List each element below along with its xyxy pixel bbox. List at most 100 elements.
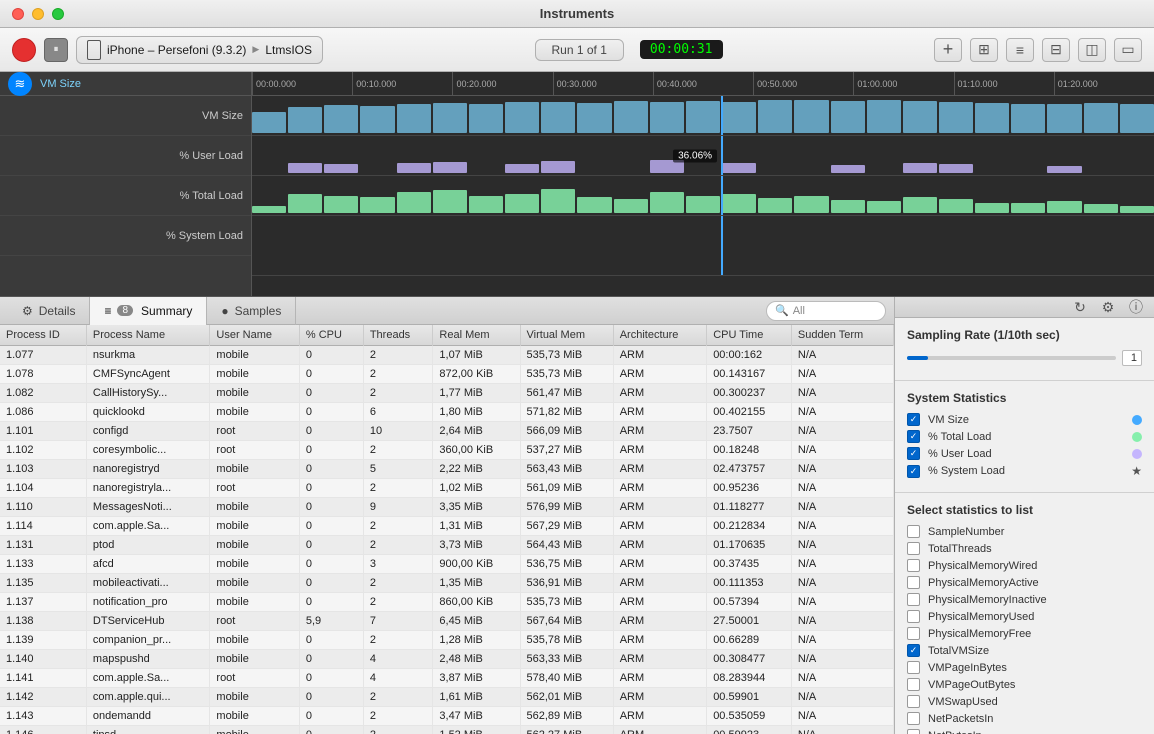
- device-selector[interactable]: iPhone – Persefoni (9.3.2) ▶ LtmsIOS: [76, 36, 323, 64]
- table-row[interactable]: 1.102coresymbolic...root02360,00 KiB537,…: [0, 441, 894, 460]
- close-button[interactable]: [12, 8, 24, 20]
- select-stat-label: PhysicalMemoryInactive: [928, 594, 1047, 606]
- settings-icon[interactable]: ⚙: [1098, 297, 1118, 317]
- tab-summary[interactable]: ≡ 8 Summary: [90, 297, 207, 325]
- table-cell: ARM: [613, 650, 706, 669]
- select-stat-row: ✓TotalVMSize: [907, 644, 1142, 657]
- stat-system-load-checkbox[interactable]: ✓: [907, 465, 920, 478]
- table-row[interactable]: 1.133afcdmobile03900,00 KiB536,75 MiBARM…: [0, 555, 894, 574]
- table-cell: 561,47 MiB: [520, 384, 613, 403]
- table-cell: 01.118277: [707, 498, 792, 517]
- table-cell: 00.535059: [707, 707, 792, 726]
- select-stat-checkbox[interactable]: ✓: [907, 644, 920, 657]
- table-row[interactable]: 1.138DTServiceHubroot5,976,45 MiB567,64 …: [0, 612, 894, 631]
- table-cell: N/A: [791, 365, 893, 384]
- table-row[interactable]: 1.101configdroot0102,64 MiB566,09 MiBARM…: [0, 422, 894, 441]
- table-row[interactable]: 1.078CMFSyncAgentmobile02872,00 KiB535,7…: [0, 365, 894, 384]
- table-row[interactable]: 1.135mobileactivati...mobile021,35 MiB53…: [0, 574, 894, 593]
- table-row[interactable]: 1.143ondemanddmobile023,47 MiB562,89 MiB…: [0, 707, 894, 726]
- table-row[interactable]: 1.110MessagesNoti...mobile093,35 MiB576,…: [0, 498, 894, 517]
- table-cell: mobile: [210, 403, 299, 422]
- add-button[interactable]: +: [934, 38, 962, 62]
- select-stat-checkbox[interactable]: [907, 559, 920, 572]
- stat-vm-size-checkbox[interactable]: ✓: [907, 413, 920, 426]
- table-row[interactable]: 1.077nsurkmamobile021,07 MiB535,73 MiBAR…: [0, 346, 894, 365]
- layout-btn-4[interactable]: ◫: [1078, 38, 1106, 62]
- table-row[interactable]: 1.140mapspushdmobile042,48 MiB563,33 MiB…: [0, 650, 894, 669]
- table-cell: root: [210, 441, 299, 460]
- select-stat-checkbox[interactable]: [907, 627, 920, 640]
- table-row[interactable]: 1.146tipsdmobile021,52 MiB562,27 MiBARM0…: [0, 726, 894, 734]
- col-name[interactable]: Process Name: [86, 325, 209, 346]
- search-input[interactable]: 🔍 All: [766, 301, 886, 321]
- select-stat-label: PhysicalMemoryActive: [928, 577, 1039, 589]
- layout-btn-3[interactable]: ⊟: [1042, 38, 1070, 62]
- table-row[interactable]: 1.104nanoregistryla...root021,02 MiB561,…: [0, 479, 894, 498]
- table-row[interactable]: 1.114com.apple.Sa...mobile021,31 MiB567,…: [0, 517, 894, 536]
- select-stat-checkbox[interactable]: [907, 678, 920, 691]
- table-cell: 00.111353: [707, 574, 792, 593]
- table-cell: 0: [299, 498, 363, 517]
- table-row[interactable]: 1.142com.apple.qui...mobile021,61 MiB562…: [0, 688, 894, 707]
- select-stat-checkbox[interactable]: [907, 576, 920, 589]
- maximize-button[interactable]: [52, 8, 64, 20]
- select-stat-checkbox[interactable]: [907, 525, 920, 538]
- select-stat-checkbox[interactable]: [907, 610, 920, 623]
- select-stat-checkbox[interactable]: [907, 729, 920, 734]
- table-cell: com.apple.Sa...: [86, 669, 209, 688]
- col-cpu[interactable]: % CPU: [299, 325, 363, 346]
- select-stat-checkbox[interactable]: [907, 661, 920, 674]
- col-pid[interactable]: Process ID: [0, 325, 86, 346]
- table-cell: ARM: [613, 707, 706, 726]
- table-cell: N/A: [791, 593, 893, 612]
- table-cell: N/A: [791, 707, 893, 726]
- select-stat-checkbox[interactable]: [907, 695, 920, 708]
- layout-btn-1[interactable]: ⊞: [970, 38, 998, 62]
- stat-total-load-checkbox[interactable]: ✓: [907, 430, 920, 443]
- table-row[interactable]: 1.082CallHistorySy...mobile021,77 MiB561…: [0, 384, 894, 403]
- time-mark: 01:00.000: [853, 72, 953, 95]
- table-cell: 2: [363, 441, 433, 460]
- table-row[interactable]: 1.086quicklookdmobile061,80 MiB571,82 Mi…: [0, 403, 894, 422]
- table-cell: 0: [299, 593, 363, 612]
- table-cell: 2: [363, 707, 433, 726]
- select-stat-checkbox[interactable]: [907, 712, 920, 725]
- track-icon[interactable]: ≋: [8, 72, 32, 96]
- minimize-button[interactable]: [32, 8, 44, 20]
- tab-samples[interactable]: ● Samples: [207, 297, 296, 325]
- col-virtual-mem[interactable]: Virtual Mem: [520, 325, 613, 346]
- vm-size-track: [252, 96, 1154, 136]
- pause-button[interactable]: ⏸: [44, 38, 68, 62]
- col-user[interactable]: User Name: [210, 325, 299, 346]
- select-stat-checkbox[interactable]: [907, 542, 920, 555]
- tab-summary-label: Summary: [141, 304, 192, 318]
- process-table-container[interactable]: Process ID Process Name User Name % CPU …: [0, 325, 894, 734]
- col-sudden-term[interactable]: Sudden Term: [791, 325, 893, 346]
- col-threads[interactable]: Threads: [363, 325, 433, 346]
- refresh-icon[interactable]: ↻: [1070, 297, 1090, 317]
- table-row[interactable]: 1.139companion_pr...mobile021,28 MiB535,…: [0, 631, 894, 650]
- layout-btn-2[interactable]: ≡: [1006, 38, 1034, 62]
- select-stat-label: VMPageOutBytes: [928, 679, 1015, 691]
- table-row[interactable]: 1.137notification_promobile02860,00 KiB5…: [0, 593, 894, 612]
- table-cell: 1.146: [0, 726, 86, 734]
- select-stat-checkbox[interactable]: [907, 593, 920, 606]
- table-cell: 567,29 MiB: [520, 517, 613, 536]
- table-cell: 535,73 MiB: [520, 593, 613, 612]
- tab-details[interactable]: ⚙ Details: [8, 297, 90, 325]
- info-icon[interactable]: ⓘ: [1126, 297, 1146, 317]
- col-real-mem[interactable]: Real Mem: [433, 325, 520, 346]
- table-row[interactable]: 1.141com.apple.Sa...root043,87 MiB578,40…: [0, 669, 894, 688]
- table-row[interactable]: 1.103nanoregistrydmobile052,22 MiB563,43…: [0, 460, 894, 479]
- col-arch[interactable]: Architecture: [613, 325, 706, 346]
- table-row[interactable]: 1.131ptodmobile023,73 MiB564,43 MiBARM01…: [0, 536, 894, 555]
- table-cell: nsurkma: [86, 346, 209, 365]
- col-cpu-time[interactable]: CPU Time: [707, 325, 792, 346]
- record-button[interactable]: [12, 38, 36, 62]
- sampling-rate-slider[interactable]: [907, 356, 1116, 360]
- layout-btn-5[interactable]: ▭: [1114, 38, 1142, 62]
- table-cell: ARM: [613, 403, 706, 422]
- table-cell: N/A: [791, 460, 893, 479]
- stat-user-load-checkbox[interactable]: ✓: [907, 447, 920, 460]
- table-cell: 0: [299, 631, 363, 650]
